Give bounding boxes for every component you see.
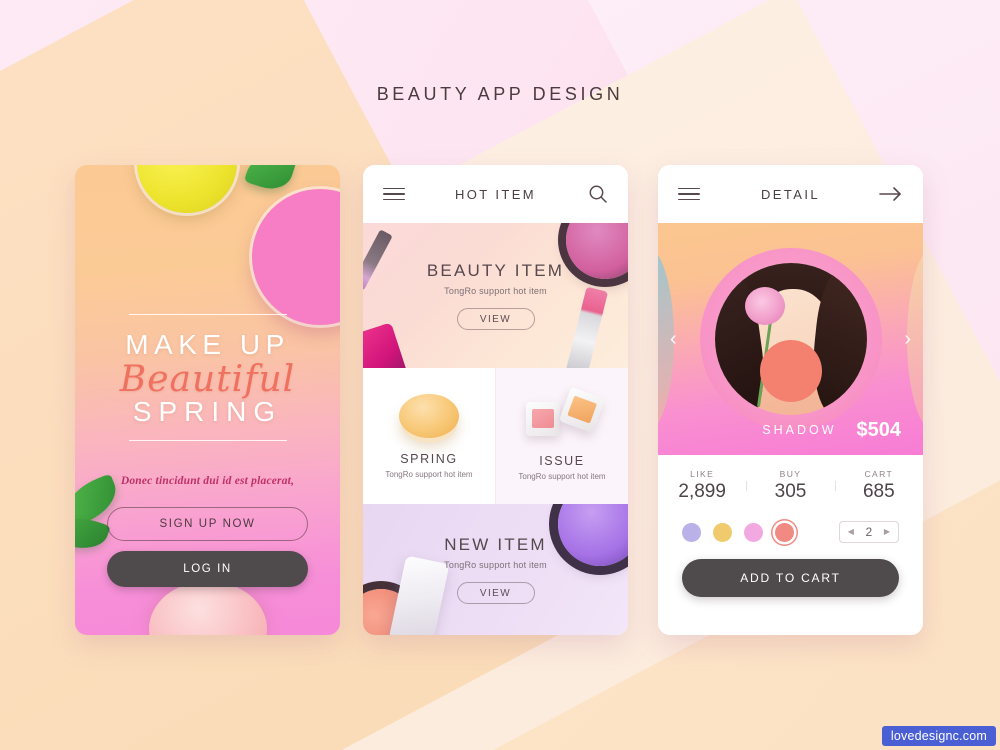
watermark: lovedesignc.com: [881, 726, 996, 746]
purple-eyeshadow-icon: [558, 504, 628, 566]
color-swatch-lavender[interactable]: [682, 522, 701, 542]
eyeshadow-pan-icon: [566, 223, 628, 279]
view-button[interactable]: VIEW: [456, 308, 535, 330]
arrow-right-icon[interactable]: [879, 186, 903, 202]
coral-blush-icon: [363, 589, 417, 635]
product-name: SHADOW: [762, 423, 837, 437]
stat-value: 2,899: [678, 481, 726, 502]
card-spring[interactable]: SPRING TongRo support hot item: [363, 368, 495, 504]
hero-divider-top: [128, 313, 287, 315]
sign-up-button[interactable]: SIGN UP NOW: [107, 507, 308, 541]
color-swatch-pink[interactable]: [744, 522, 763, 542]
quantity-stepper[interactable]: ◀ 2 ▶: [838, 521, 899, 543]
screen1-actions: SIGN UP NOW LOG IN: [107, 507, 308, 587]
stat-buy: BUY 305: [746, 469, 834, 503]
card-title: BEAUTY ITEM: [426, 261, 565, 280]
search-icon[interactable]: [588, 184, 608, 204]
eyeliner-pencil-icon: [363, 229, 393, 291]
phone-screen-detail: DETAIL ‹ › SHADOW $504 LIKE 2,899 BUY 30…: [658, 165, 923, 635]
card-beauty-item[interactable]: BEAUTY ITEM TongRo support hot item VIEW: [363, 223, 628, 368]
screen3-body: ‹ › SHADOW $504 LIKE 2,899 BUY 305 CART …: [658, 223, 923, 635]
hamburger-icon[interactable]: [678, 187, 700, 201]
hero-headline-top: MAKE UP: [125, 328, 290, 360]
product-price: $504: [856, 418, 902, 441]
coral-swatch-overlay: [759, 340, 822, 403]
triangle-right-icon[interactable]: ▶: [884, 528, 890, 536]
triangle-left-icon[interactable]: ◀: [848, 528, 854, 536]
lipstick-icon: [565, 286, 609, 368]
orange-pan-icon: [558, 386, 606, 433]
screen2-mini-card-row: SPRING TongRo support hot item ISSUE Ton…: [363, 368, 628, 504]
hamburger-icon[interactable]: [383, 187, 405, 201]
compact-powder-icon: [399, 393, 459, 438]
lipgloss-tube-icon: [363, 322, 409, 368]
card-new-item[interactable]: NEW ITEM TongRo support hot item VIEW: [363, 504, 628, 635]
hero-divider-bottom: [128, 439, 287, 441]
card-issue[interactable]: ISSUE TongRo support hot item: [495, 368, 628, 504]
product-options: ◀ 2 ▶: [658, 517, 923, 543]
card-subtitle: TongRo support hot item: [444, 286, 547, 296]
card-subtitle: TongRo support hot item: [444, 560, 547, 570]
open-compact-icon: [388, 555, 450, 635]
card-subtitle: TongRo support hot item: [518, 471, 606, 481]
stat-label: BUY: [779, 469, 802, 479]
hero-tagline: Donec tincidunt dui id est placerat,: [120, 474, 295, 487]
color-swatch-group: [682, 522, 794, 542]
phone-screen-hot-item: HOT ITEM BEAUTY ITEM TongRo support hot …: [363, 165, 628, 635]
card-title: ISSUE: [539, 453, 585, 468]
log-in-button[interactable]: LOG IN: [107, 551, 308, 587]
stat-label: LIKE: [690, 469, 715, 479]
page-title: BEAUTY APP DESIGN: [376, 84, 624, 104]
add-to-cart-wrapper: ADD TO CART: [658, 543, 923, 597]
pink-pan-icon: [526, 401, 560, 436]
stat-value: 305: [774, 481, 807, 502]
rose-flower-icon: [744, 287, 785, 325]
quantity-value: 2: [865, 525, 873, 539]
product-stats: LIKE 2,899 BUY 305 CART 685: [658, 455, 923, 517]
card-title: NEW ITEM: [444, 535, 547, 554]
color-swatch-golden[interactable]: [713, 522, 732, 542]
add-to-cart-button[interactable]: ADD TO CART: [682, 559, 899, 597]
eyeshadow-pans-icon: [524, 386, 606, 440]
phone-screen-signup: MAKE UP Beautiful SPRING Donec tincidunt…: [75, 165, 340, 635]
screen2-appbar: HOT ITEM: [363, 165, 628, 223]
product-ribbon: SHADOW $504: [658, 405, 923, 455]
stat-value: 685: [862, 481, 895, 502]
chevron-left-icon[interactable]: ‹: [670, 329, 677, 349]
card-subtitle: TongRo support hot item: [385, 469, 473, 479]
stat-like: LIKE 2,899: [658, 469, 746, 503]
hero-headline-script: Beautiful: [119, 358, 296, 400]
color-swatch-coral[interactable]: [775, 522, 794, 542]
hero-headline-bottom: SPRING: [132, 395, 283, 427]
view-button[interactable]: VIEW: [456, 582, 535, 604]
product-carousel: ‹ › SHADOW $504: [658, 223, 923, 455]
screen3-appbar: DETAIL: [658, 165, 923, 223]
screen2-body: BEAUTY ITEM TongRo support hot item VIEW…: [363, 223, 628, 635]
chevron-right-icon[interactable]: ›: [904, 329, 911, 349]
stat-label: CART: [864, 469, 894, 479]
stat-cart: CART 685: [834, 469, 923, 503]
card-title: SPRING: [400, 451, 458, 466]
